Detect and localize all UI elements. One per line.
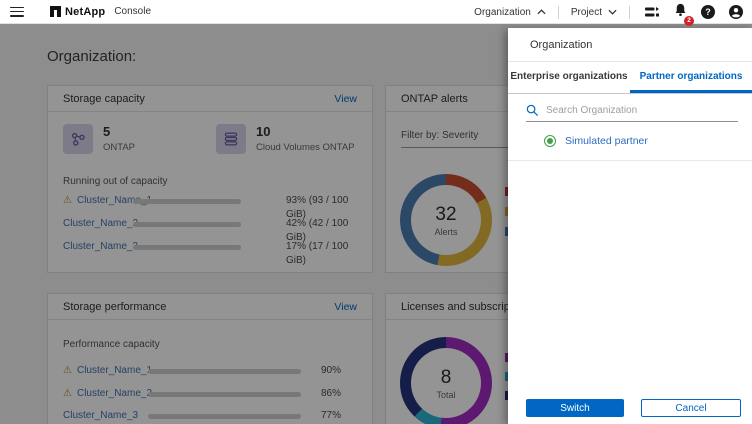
connector-icon[interactable] xyxy=(644,4,660,20)
chevron-down-icon xyxy=(608,9,617,15)
partner-option-label: Simulated partner xyxy=(565,135,648,147)
help-icon[interactable]: ? xyxy=(701,5,715,19)
product-name: Console xyxy=(114,6,151,17)
tab-partner-organizations[interactable]: Partner organizations xyxy=(630,62,752,93)
search-row xyxy=(526,100,738,122)
panel-title: Organization xyxy=(508,28,752,62)
project-dropdown[interactable]: Project xyxy=(567,7,621,18)
organization-dropdown-label: Organization xyxy=(474,7,531,18)
top-navigation-bar: NetApp Console Organization Project xyxy=(0,0,752,24)
search-icon xyxy=(526,104,539,117)
project-dropdown-label: Project xyxy=(571,7,602,18)
bell-icon xyxy=(673,2,688,18)
netapp-logo-icon xyxy=(50,6,61,17)
hamburger-menu-icon[interactable] xyxy=(10,7,24,17)
organization-tabs: Enterprise organizations Partner organiz… xyxy=(508,62,752,94)
option-divider xyxy=(508,160,752,161)
tab-enterprise-organizations[interactable]: Enterprise organizations xyxy=(508,62,630,93)
cancel-button[interactable]: Cancel xyxy=(641,399,741,417)
notifications-button[interactable]: 2 xyxy=(673,2,688,23)
switch-button[interactable]: Switch xyxy=(526,399,624,417)
organization-dropdown[interactable]: Organization xyxy=(470,7,550,18)
radio-selected-icon[interactable] xyxy=(544,135,556,147)
account-icon[interactable] xyxy=(728,4,744,20)
netapp-brand: NetApp Console xyxy=(50,6,151,18)
topbar-divider xyxy=(629,6,630,19)
chevron-up-icon xyxy=(537,9,546,15)
brand-name: NetApp xyxy=(65,6,105,18)
search-organization-input[interactable] xyxy=(546,101,738,119)
topbar-divider xyxy=(558,6,559,19)
notification-badge: 2 xyxy=(684,16,694,26)
partner-option-simulated-partner[interactable]: Simulated partner xyxy=(544,130,738,152)
organization-panel: Organization Enterprise organizations Pa… xyxy=(508,28,752,424)
